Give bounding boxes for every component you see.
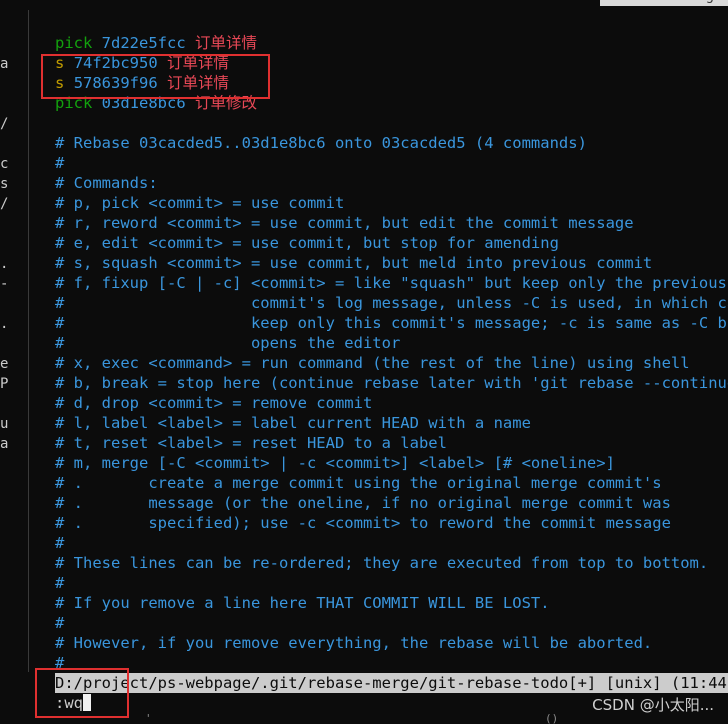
gutter-char: u — [0, 416, 9, 432]
top-right-text: g — [706, 0, 714, 4]
gutter-char: - — [0, 276, 9, 292]
todo-command: pick — [55, 34, 93, 52]
comment-line: # commit's log message, unless -C is use… — [55, 294, 728, 312]
gutter-char: / — [0, 116, 9, 132]
comment-line: # — [55, 154, 65, 172]
comment-line: # x, exec <command> = run command (the r… — [55, 354, 690, 372]
comment-line: # . create a merge commit using the orig… — [55, 474, 662, 492]
left-gutter: a / c s / . - . e P u a — [0, 0, 18, 724]
comment-line: # — [55, 654, 65, 672]
gutter-char: e — [0, 356, 9, 372]
todo-hash: 7d22e5fcc — [101, 34, 186, 52]
gutter-char: s — [0, 176, 9, 192]
comment-line: # r, reword <commit> = use commit, but e… — [55, 214, 634, 232]
gutter-char: P — [0, 376, 9, 392]
comment-line: # f, fixup [-C | -c] <commit> = like "sq… — [55, 274, 727, 292]
comment-line: # opens the editor — [55, 334, 401, 352]
comment-line: # . specified); use -c <commit> to rewor… — [55, 514, 671, 532]
comment-line: # — [55, 534, 65, 552]
comment-line: # These lines can be re-ordered; they ar… — [55, 554, 709, 572]
comment-line: # e, edit <commit> = use commit, but sto… — [55, 234, 559, 252]
comment-line: # — [55, 614, 65, 632]
comment-line: # s, squash <commit> = use commit, but m… — [55, 254, 653, 272]
gutter-char: a — [0, 436, 9, 452]
vim-editor-buffer[interactable]: pick 7d22e5fcc 订单详情 s 74f2bc950 订单详情 s 5… — [55, 33, 728, 673]
comment-line: # However, if you remove everything, the… — [55, 634, 653, 652]
comment-line: # Commands: — [55, 174, 158, 192]
highlight-box-command-line — [35, 668, 129, 718]
comment-line — [55, 113, 728, 133]
comment-line: # b, break = stop here (continue rebase … — [55, 374, 728, 392]
bottom-tick: ' — [145, 712, 152, 724]
gutter-char: . — [0, 316, 9, 332]
bottom-tick: () — [545, 712, 559, 724]
comment-line: # . message (or the oneline, if no origi… — [55, 494, 671, 512]
highlight-box-squash-lines — [41, 54, 270, 99]
vim-status-bar: D:/project/ps-webpage/.git/rebase-merge/… — [55, 673, 728, 693]
comment-line: # d, drop <commit> = remove commit — [55, 394, 373, 412]
comment-line: # — [55, 574, 65, 592]
top-right-tab[interactable]: g — [600, 0, 728, 6]
comment-line: # m, merge [-C <commit> | -c <commit>] <… — [55, 454, 615, 472]
gutter-char: c — [0, 156, 9, 172]
todo-message: 订单详情 — [195, 34, 258, 52]
comment-line: # l, label <label> = label current HEAD … — [55, 414, 531, 432]
comment-line: # p, pick <commit> = use commit — [55, 194, 345, 212]
csdn-watermark: CSDN @小太阳... — [592, 696, 714, 714]
gutter-char: a — [0, 56, 9, 72]
comment-line: # t, reset <label> = reset HEAD to a lab… — [55, 434, 447, 452]
comment-line: # keep only this commit's message; -c is… — [55, 314, 728, 332]
gutter-char: . — [0, 256, 9, 272]
gutter-char: / — [0, 196, 9, 212]
comment-line: # Rebase 03cacded5..03d1e8bc6 onto 03cac… — [55, 134, 587, 152]
todo-line-pick[interactable]: pick 7d22e5fcc 订单详情 — [55, 33, 728, 53]
comment-line: # If you remove a line here THAT COMMIT … — [55, 594, 550, 612]
pane-divider[interactable] — [28, 10, 29, 672]
